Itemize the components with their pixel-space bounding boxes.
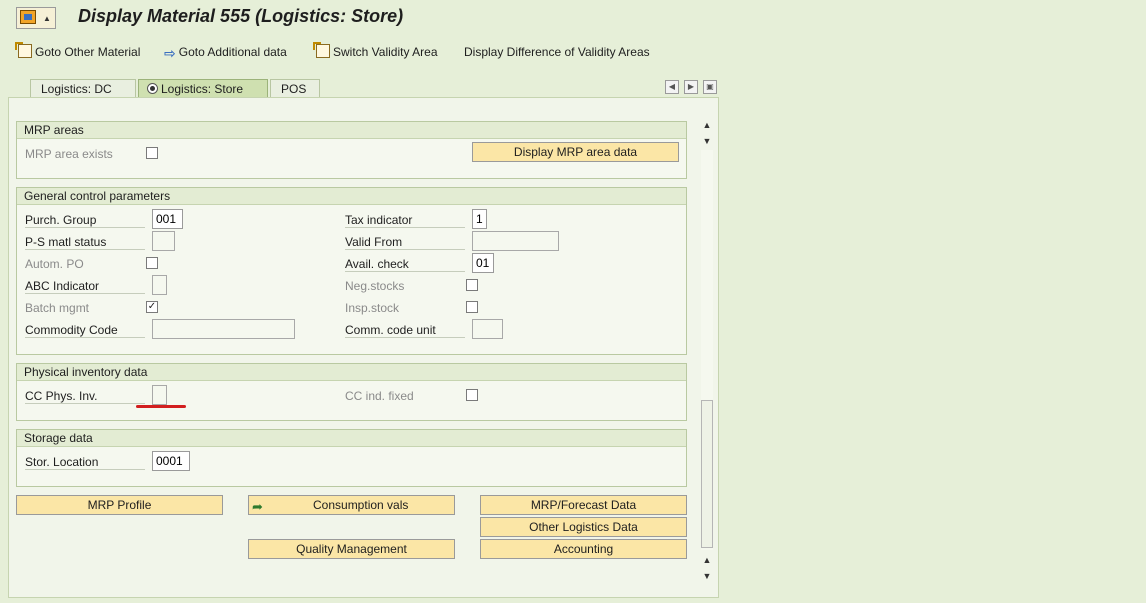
other-logistics-data-button[interactable]: Other Logistics Data [480,517,687,537]
tab-logistics-store[interactable]: Logistics: Store [138,79,268,98]
mrp-profile-button[interactable]: MRP Profile [16,495,223,515]
quality-management-button[interactable]: Quality Management [248,539,455,559]
scrollbar-thumb[interactable] [701,400,713,548]
tab-pos[interactable]: POS [270,79,320,98]
document-icon [313,42,330,58]
display-mrp-area-data-button[interactable]: Display MRP area data [472,142,679,162]
stor-location-label: Stor. Location [25,455,145,470]
tab-list-icon[interactable]: ▣ [703,80,717,94]
tax-indicator-field[interactable]: 1 [472,209,487,229]
mrp-area-exists-label: MRP area exists [25,147,113,161]
commodity-code-field[interactable] [152,319,295,339]
avail-check-field[interactable]: 01 [472,253,494,273]
group-title: MRP areas [24,123,84,137]
goto-other-material-button[interactable]: Goto Other Material [15,42,140,61]
commodity-code-label: Commodity Code [25,323,145,338]
sap-menu-icon [20,10,36,24]
ps-matl-status-field[interactable] [152,231,175,251]
insp-stock-label: Insp.stock [345,301,400,315]
display-difference-validity-areas-button[interactable]: Display Difference of Validity Areas [464,43,650,61]
mrp-forecast-data-button[interactable]: MRP/Forecast Data [480,495,687,515]
tab-scroll-right-icon[interactable]: ▶ [684,80,698,94]
scroll-up-icon[interactable]: ▲ [701,554,713,566]
cc-phys-inv-field[interactable] [152,385,167,405]
accounting-button[interactable]: Accounting [480,539,687,559]
tax-indicator-label: Tax indicator [345,213,465,228]
cc-ind-fixed-checkbox[interactable] [466,389,478,401]
scroll-down-icon[interactable]: ▼ [701,570,713,582]
neg-stocks-checkbox[interactable] [466,279,478,291]
neg-stocks-label: Neg.stocks [345,279,405,293]
cc-ind-fixed-label: CC ind. fixed [345,389,414,403]
system-menu-button[interactable]: ▲ [16,7,56,29]
group-title: General control parameters [24,189,171,203]
scroll-down-icon[interactable]: ▼ [701,135,713,147]
document-icon [15,42,32,58]
cc-phys-inv-label: CC Phys. Inv. [25,389,145,404]
valid-from-field[interactable] [472,231,559,251]
group-title: Physical inventory data [24,365,148,379]
tab-scroll-left-icon[interactable]: ◀ [665,80,679,94]
highlight-underline [136,405,186,408]
purch-group-field[interactable]: 001 [152,209,183,229]
switch-validity-area-button[interactable]: Switch Validity Area [313,42,438,61]
batch-mgmt-label: Batch mgmt [25,301,90,315]
abc-indicator-label: ABC Indicator [25,279,145,294]
autom-po-checkbox[interactable] [146,257,158,269]
window-title: Display Material 555 (Logistics: Store) [78,6,404,26]
comm-code-unit-field[interactable] [472,319,503,339]
ps-matl-status-label: P-S matl status [25,235,145,250]
valid-from-label: Valid From [345,235,465,250]
dropdown-arrow-icon: ▲ [43,14,51,23]
radio-selected-icon [147,83,158,94]
tab-logistics-dc[interactable]: Logistics: DC [30,79,136,98]
insp-stock-checkbox[interactable] [466,301,478,313]
comm-code-unit-label: Comm. code unit [345,323,465,338]
consumption-icon: ➦ [252,499,263,514]
consumption-vals-button[interactable]: ➦ Consumption vals [248,495,455,515]
mrp-area-exists-checkbox[interactable] [146,147,158,159]
autom-po-label: Autom. PO [25,257,84,271]
purch-group-label: Purch. Group [25,213,145,228]
avail-check-label: Avail. check [345,257,465,272]
batch-mgmt-checkbox[interactable]: ✓ [146,301,158,313]
arrow-right-icon: ⇨ [164,45,176,61]
abc-indicator-field[interactable] [152,275,167,295]
scroll-up-icon[interactable]: ▲ [701,119,713,131]
group-title: Storage data [24,431,93,445]
stor-location-field[interactable]: 0001 [152,451,190,471]
goto-additional-data-button[interactable]: ⇨ Goto Additional data [164,43,287,61]
